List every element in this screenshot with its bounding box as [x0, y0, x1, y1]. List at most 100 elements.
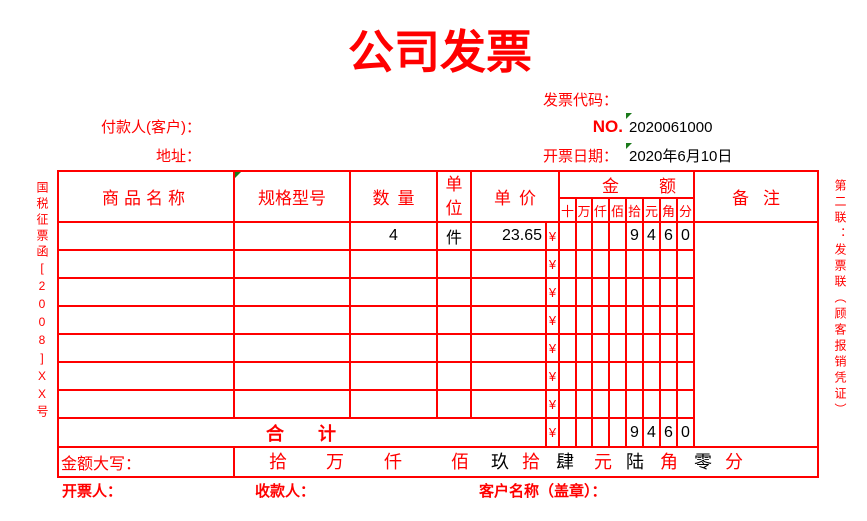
item-price-cell[interactable]	[470, 389, 547, 419]
amount-digit-cell[interactable]	[575, 305, 593, 335]
item-spec-cell[interactable]	[233, 277, 351, 307]
total-digit-cell[interactable]: 0	[676, 417, 695, 448]
item-spec-cell[interactable]	[233, 221, 351, 251]
item-name-cell[interactable]	[57, 249, 235, 279]
item-unit-cell[interactable]	[436, 249, 472, 279]
total-digit-cell[interactable]	[558, 417, 577, 448]
item-price-cell[interactable]	[470, 305, 547, 335]
amount-digit-cell[interactable]	[676, 361, 695, 391]
amount-digit-cell[interactable]	[642, 333, 661, 363]
amount-digit-cell[interactable]	[591, 333, 610, 363]
item-unit-cell[interactable]	[436, 333, 472, 363]
amount-digit-cell[interactable]	[642, 389, 661, 419]
amount-digit-cell[interactable]	[575, 333, 593, 363]
total-digit-cell[interactable]	[591, 417, 610, 448]
item-name-cell[interactable]	[57, 221, 235, 251]
item-quantity-cell[interactable]	[349, 333, 438, 363]
item-price-cell[interactable]	[470, 361, 547, 391]
amount-digit-cell[interactable]	[608, 249, 627, 279]
amount-digit-cell[interactable]	[558, 389, 577, 419]
amount-digit-cell[interactable]	[575, 361, 593, 391]
amount-digit-cell[interactable]	[575, 221, 593, 251]
amount-digit-cell[interactable]	[659, 249, 678, 279]
amount-digit-cell[interactable]	[608, 277, 627, 307]
amount-digit-cell[interactable]	[625, 249, 644, 279]
payer-field[interactable]	[205, 118, 405, 138]
issue-date-field[interactable]: 2020年6月10日	[629, 147, 732, 167]
address-field[interactable]	[205, 147, 405, 167]
item-spec-cell[interactable]	[233, 361, 351, 391]
total-digit-cell[interactable]	[608, 417, 627, 448]
total-digit-cell[interactable]: 4	[642, 417, 661, 448]
amount-digit-cell[interactable]: 4	[642, 221, 661, 251]
invoice-code-field[interactable]	[628, 91, 778, 111]
item-price-cell[interactable]	[470, 249, 547, 279]
amount-digit-cell[interactable]	[625, 389, 644, 419]
amount-digit-cell[interactable]: 6	[659, 221, 678, 251]
total-digit-cell[interactable]: 6	[659, 417, 678, 448]
item-unit-cell[interactable]: 件	[436, 221, 472, 251]
amount-digit-cell[interactable]	[558, 277, 577, 307]
amount-digit-cell[interactable]	[608, 305, 627, 335]
amount-digit-cell[interactable]: 9	[625, 221, 644, 251]
amount-digit-cell[interactable]	[591, 277, 610, 307]
amount-digit-cell[interactable]	[591, 305, 610, 335]
amount-digit-cell[interactable]	[659, 361, 678, 391]
amount-digit-cell[interactable]	[558, 249, 577, 279]
amount-digit-cell[interactable]	[676, 249, 695, 279]
item-quantity-cell[interactable]	[349, 389, 438, 419]
amount-digit-cell[interactable]	[591, 221, 610, 251]
amount-digit-cell[interactable]	[676, 305, 695, 335]
item-price-cell[interactable]: 23.65	[470, 221, 547, 251]
item-quantity-cell[interactable]	[349, 305, 438, 335]
amount-digit-cell[interactable]	[625, 305, 644, 335]
item-name-cell[interactable]	[57, 277, 235, 307]
amount-digit-cell[interactable]	[591, 249, 610, 279]
amount-digit-cell[interactable]	[642, 361, 661, 391]
amount-digit-cell[interactable]	[591, 361, 610, 391]
amount-digit-cell[interactable]	[625, 361, 644, 391]
amount-digit-cell[interactable]	[591, 389, 610, 419]
amount-digit-cell[interactable]	[575, 249, 593, 279]
amount-digit-cell[interactable]	[558, 361, 577, 391]
item-name-cell[interactable]	[57, 361, 235, 391]
item-price-cell[interactable]	[470, 277, 547, 307]
amount-digit-cell[interactable]	[642, 277, 661, 307]
item-quantity-cell[interactable]	[349, 361, 438, 391]
total-digit-cell[interactable]: 9	[625, 417, 644, 448]
total-digit-cell[interactable]	[575, 417, 593, 448]
amount-digit-cell[interactable]	[659, 277, 678, 307]
amount-digit-cell[interactable]	[608, 333, 627, 363]
item-unit-cell[interactable]	[436, 305, 472, 335]
amount-digit-cell[interactable]	[608, 361, 627, 391]
amount-digit-cell[interactable]	[676, 333, 695, 363]
item-quantity-cell[interactable]	[349, 249, 438, 279]
amount-digit-cell[interactable]	[608, 389, 627, 419]
item-spec-cell[interactable]	[233, 389, 351, 419]
amount-digit-cell[interactable]	[642, 249, 661, 279]
invoice-number-field[interactable]: 2020061000	[629, 118, 712, 138]
amount-digit-cell[interactable]	[676, 277, 695, 307]
item-name-cell[interactable]	[57, 389, 235, 419]
amount-in-words-cell[interactable]: 人民币 拾 万 仟 佰 玖 拾 肆 元 陆 角 零 分	[233, 446, 819, 478]
item-spec-cell[interactable]	[233, 305, 351, 335]
item-quantity-cell[interactable]	[349, 277, 438, 307]
item-spec-cell[interactable]	[233, 333, 351, 363]
amount-digit-cell[interactable]: 0	[676, 221, 695, 251]
amount-digit-cell[interactable]	[625, 333, 644, 363]
item-unit-cell[interactable]	[436, 361, 472, 391]
amount-digit-cell[interactable]	[625, 277, 644, 307]
item-quantity-cell[interactable]: 4	[349, 221, 438, 251]
item-name-cell[interactable]	[57, 305, 235, 335]
amount-digit-cell[interactable]	[575, 389, 593, 419]
amount-digit-cell[interactable]	[659, 305, 678, 335]
amount-digit-cell[interactable]	[558, 221, 577, 251]
amount-digit-cell[interactable]	[575, 277, 593, 307]
amount-digit-cell[interactable]	[608, 221, 627, 251]
item-spec-cell[interactable]	[233, 249, 351, 279]
amount-digit-cell[interactable]	[642, 305, 661, 335]
item-unit-cell[interactable]	[436, 389, 472, 419]
note-cell[interactable]	[693, 221, 819, 448]
item-name-cell[interactable]	[57, 333, 235, 363]
amount-digit-cell[interactable]	[558, 333, 577, 363]
